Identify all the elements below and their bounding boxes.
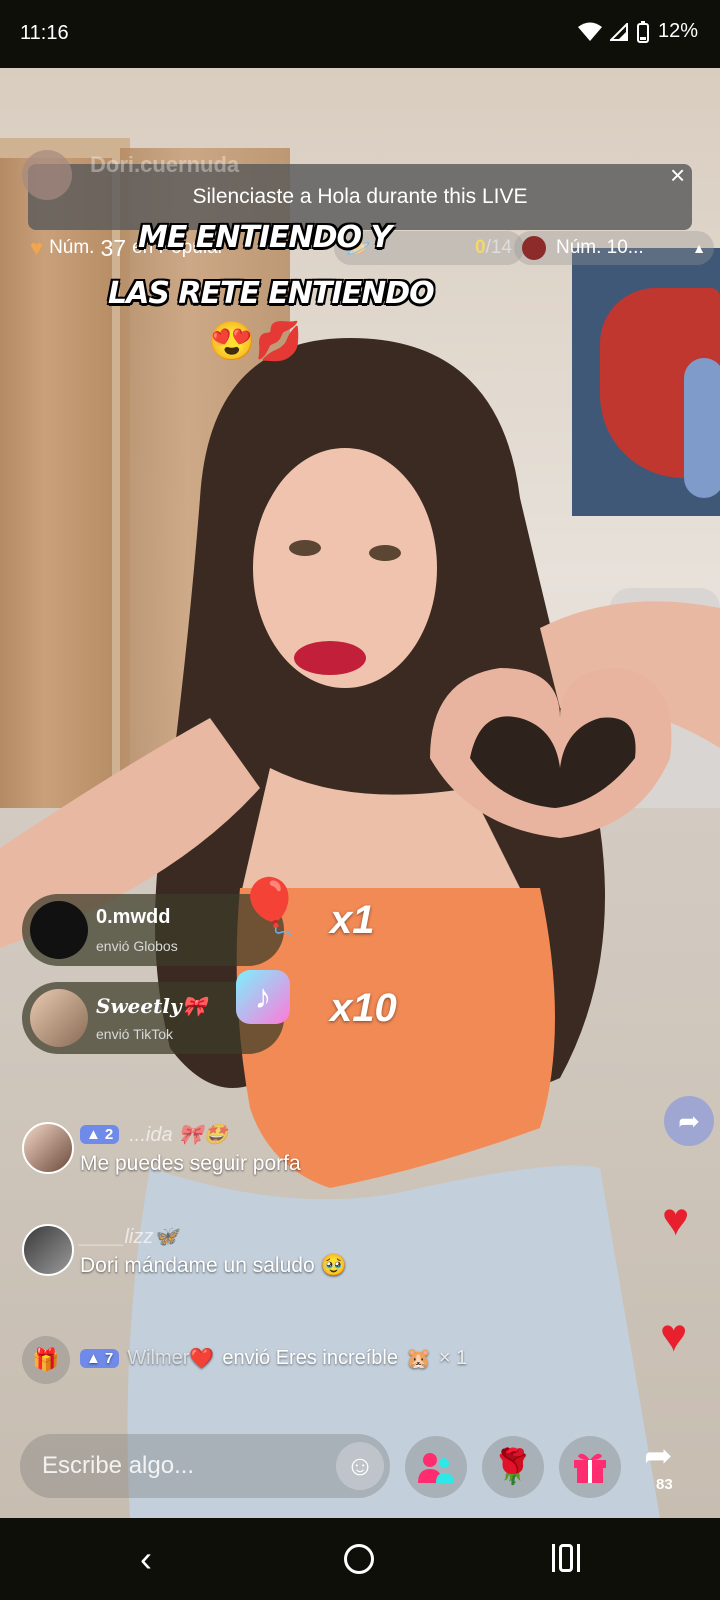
close-icon[interactable]: × (670, 160, 685, 191)
gift-icon (574, 1453, 606, 1483)
avatar (30, 901, 88, 959)
wifi-icon (577, 22, 602, 41)
avatar (22, 1122, 74, 1174)
gift-notice-multiplier: × 1 (438, 1347, 468, 1369)
share-icon: ➦ (644, 1437, 673, 1475)
status-icons: 12% (577, 20, 698, 43)
live-video[interactable]: Silenciaste a Hola durante this LIVE Dor… (0, 68, 720, 1518)
level-value: 7 (104, 1350, 114, 1367)
host-avatar[interactable] (22, 150, 72, 200)
recents-icon[interactable] (552, 1544, 580, 1572)
multi-guest-button[interactable] (405, 1436, 467, 1498)
popular-prefix: Núm. (49, 237, 95, 258)
heart-icon: ♥ (660, 1309, 688, 1361)
system-nav-bar: ‹ (0, 1518, 720, 1600)
level-badge: ▲ 2 (80, 1125, 120, 1144)
gift-action: envió TikTok (96, 1026, 174, 1042)
comment-input-placeholder: Escribe algo... (42, 1452, 195, 1479)
gift-box-icon[interactable]: 🎁 (22, 1336, 70, 1384)
share-button[interactable]: ➦ 83 (636, 1436, 696, 1498)
pyramid-icon: ▲ (692, 240, 706, 256)
battery-percent: 12% (657, 20, 698, 42)
level-icon: ▲ (86, 1350, 101, 1367)
rose-gift-button[interactable]: 🌹 (482, 1436, 544, 1498)
heart-icon: ♥ (662, 1193, 690, 1245)
heart-rank-icon: ♥ (30, 235, 44, 260)
host-name[interactable]: Dori.cuernuda (90, 152, 239, 178)
level-icon: ▲ (86, 1126, 101, 1143)
rank-avatar (522, 236, 546, 260)
gift-action: envió Globos (96, 938, 178, 954)
level-badge: ▲ 7 (80, 1349, 120, 1368)
rose-icon: 🌹 (491, 1448, 535, 1486)
comment-1[interactable]: ▲ 2 ...ida 🎀🤩 Me puedes seguir porfa (22, 1122, 582, 1188)
gift-notice-heart: ❤️ (189, 1348, 215, 1370)
caption-emojis: 😍💋 (208, 321, 303, 363)
battery-icon (636, 20, 649, 43)
avatar (22, 1224, 74, 1276)
gift-notice: ▲ 7 Wilmer ❤️ envió Eres increíble 🐹 × 1 (80, 1346, 467, 1371)
home-icon[interactable] (344, 1544, 374, 1574)
gift-notice-emoji: 🐹 (405, 1348, 431, 1370)
share-float-icon[interactable]: ➦ (664, 1096, 714, 1146)
avatar (30, 989, 88, 1047)
gift-user: Sweetly🎀 (96, 994, 207, 1018)
comment-user: ____lizz🦋 (80, 1226, 179, 1248)
goal-total: /14 (485, 237, 512, 258)
rank-pill-2[interactable]: Núm. 10... ▲ (514, 231, 714, 265)
back-icon[interactable]: ‹ (140, 1538, 152, 1580)
balloons-icon: 🎈 (236, 877, 304, 937)
level-value: 2 (104, 1126, 114, 1143)
gift-notice-user: Wilmer (127, 1347, 190, 1369)
popular-number: 37 (100, 234, 127, 261)
comment-2[interactable]: ____lizz🦋 Dori mándame un saludo 🥹 (22, 1224, 582, 1290)
comment-text: Dori mándame un saludo 🥹 (80, 1254, 347, 1277)
caption-line-2: LAS RETE ENTIENDO (108, 276, 435, 311)
comment-user: ...ida 🎀🤩 (129, 1124, 228, 1146)
status-time: 11:16 (20, 22, 69, 44)
comment-text: Me puedes seguir porfa (80, 1152, 301, 1175)
rank-2-text: Núm. 10... (556, 237, 644, 258)
people-icon (418, 1453, 454, 1483)
goal-current: 0 (475, 237, 486, 258)
gift-multiplier: x1 (330, 898, 375, 942)
emoji-icon[interactable]: ☺ (336, 1442, 384, 1490)
gift-notice-action: envió Eres increíble (222, 1347, 398, 1369)
gift-user: 0.mwdd (96, 906, 171, 928)
share-count: 83 (656, 1476, 673, 1493)
comment-input[interactable]: Escribe algo... ☺ (20, 1434, 390, 1498)
tiktok-gift-icon: ♪ (236, 970, 290, 1024)
gift-button[interactable] (559, 1436, 621, 1498)
signal-icon (609, 22, 628, 41)
gift-multiplier: x10 (330, 986, 397, 1030)
status-bar: 11:16 12% (0, 0, 720, 68)
caption-line-1: ME ENTIENDO Y (138, 220, 392, 255)
